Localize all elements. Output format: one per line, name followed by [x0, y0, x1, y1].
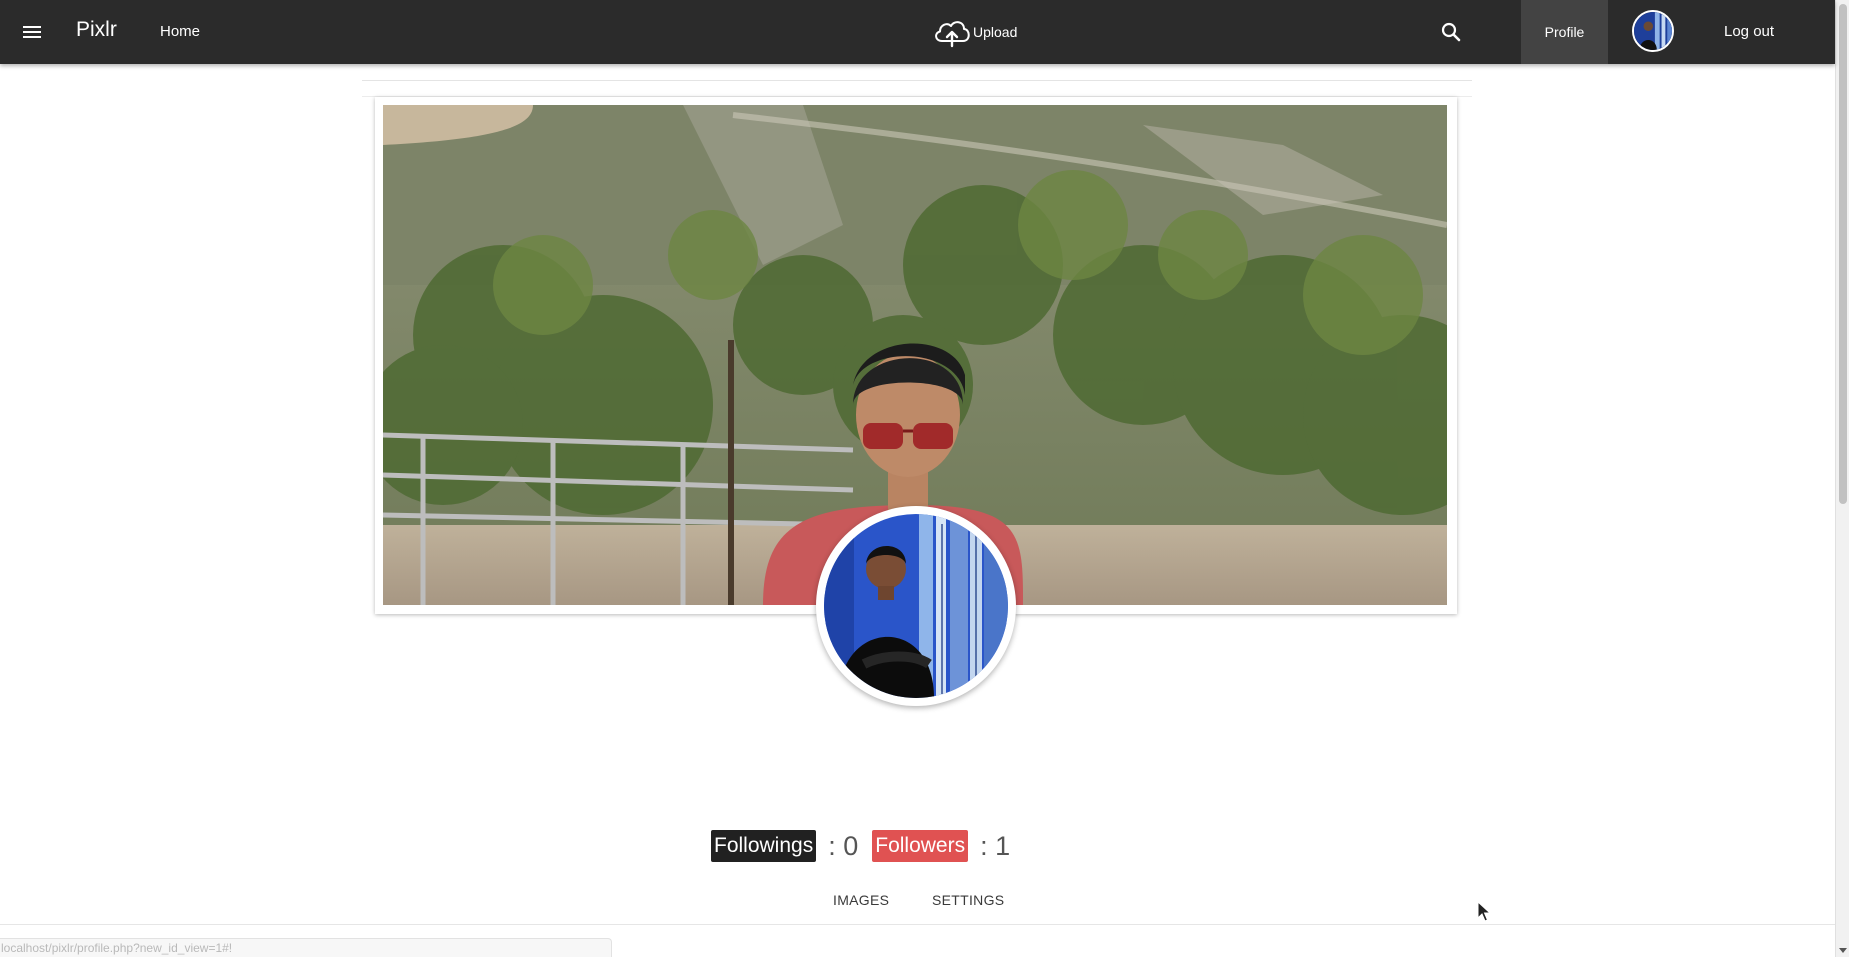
upload-label: Upload	[973, 24, 1018, 40]
nav-home-link[interactable]: Home	[160, 23, 200, 40]
followers-badge[interactable]: Followers	[872, 830, 969, 862]
brand-logo[interactable]: Pixlr	[76, 18, 117, 42]
page-viewport: Pixlr Home Upload Profile Log out Follow…	[0, 0, 1849, 957]
nav-profile-link[interactable]: Profile	[1521, 0, 1608, 64]
top-divider	[362, 80, 1472, 81]
top-navbar: Pixlr Home Upload Profile Log out	[0, 0, 1835, 64]
scrollbar-thumb[interactable]	[1839, 4, 1847, 504]
profile-tabs: IMAGES SETTINGS	[0, 880, 1835, 925]
search-icon[interactable]	[1439, 20, 1463, 44]
profile-avatar-image	[824, 514, 1008, 698]
followings-badge[interactable]: Followings	[711, 830, 817, 862]
profile-avatar[interactable]	[816, 506, 1016, 706]
followings-count: : 0	[828, 830, 859, 861]
logout-link[interactable]: Log out	[1724, 23, 1774, 40]
nav-avatar[interactable]	[1632, 10, 1674, 52]
tab-images[interactable]: IMAGES	[833, 892, 889, 908]
tab-settings[interactable]: SETTINGS	[932, 892, 1004, 908]
cloud-upload-icon	[935, 21, 970, 48]
follow-stats: Followings : 0 Followers : 1	[711, 828, 1024, 864]
vertical-scrollbar[interactable]	[1835, 0, 1849, 957]
mouse-cursor-icon	[1477, 901, 1491, 922]
menu-icon[interactable]	[20, 20, 44, 44]
scroll-down-arrow-icon[interactable]	[1839, 948, 1847, 953]
followers-count: : 1	[980, 830, 1011, 861]
upload-button[interactable]: Upload	[931, 16, 1017, 48]
status-bar-url: localhost/pixlr/profile.php?new_id_view=…	[0, 938, 612, 957]
